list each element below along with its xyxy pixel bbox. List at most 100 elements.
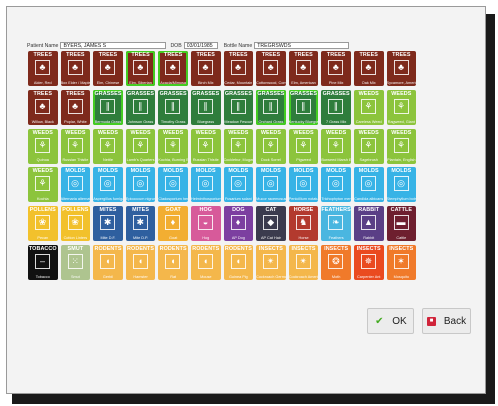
allergen-tile[interactable]: MOLDS ◎ Epicoccum nigrum xyxy=(125,167,156,203)
allergen-tile[interactable]: MOLDS◎ Cladosporium herbarum xyxy=(158,167,188,203)
allergen-tile[interactable]: TREES ♣ Box Elder / Maple mix xyxy=(60,51,91,86)
allergen-tile[interactable]: TREES ♣ Sycamore, American xyxy=(386,51,417,86)
allergen-tile[interactable]: POLLENS ❀ Cotton Linters xyxy=(60,206,91,242)
tile-allergen-name: Cottonwood, Common xyxy=(256,80,286,85)
allergen-tile[interactable]: GRASSES ∥ Johnson Grass xyxy=(125,89,156,125)
tile-allergen-name: Mucor racemosus xyxy=(256,197,286,202)
allergen-tile[interactable]: RODENTS ◖ Mouse xyxy=(190,244,221,280)
allergen-tile[interactable]: RABBIT ▲ Rabbit xyxy=(353,206,384,242)
allergen-tile[interactable]: WEEDS ⚘ Dock Sorrel xyxy=(256,128,286,164)
allergen-tile[interactable]: WEEDS ⚘ Plantain, English xyxy=(386,128,417,164)
allergen-tile[interactable]: INSECTS ❂ Moth xyxy=(321,244,351,280)
allergen-tile[interactable]: TREES ♣ Elm, Siberian xyxy=(125,51,156,86)
allergen-tile[interactable]: GRASSES ∥ Orchard Grass xyxy=(256,89,286,125)
allergen-tile[interactable]: CATTLE ▬ Cattle xyxy=(386,206,417,242)
tile-category: MOLDS xyxy=(293,168,314,175)
tile-allergen-name: Guinea Pig xyxy=(228,274,248,279)
allergen-tile[interactable]: RODENTS ◖ Hamster xyxy=(125,244,156,280)
allergen-tile[interactable]: WEEDS ⚘ Kochia xyxy=(28,167,58,203)
allergen-tile[interactable]: WEEDS ⚘ Russian Thistle xyxy=(190,128,221,164)
allergen-tile[interactable]: INSECTS ✵ Carpenter Ant xyxy=(353,244,384,280)
allergen-tile[interactable]: TREES ♣ Cedar, Mountain xyxy=(223,51,254,86)
allergen-tile[interactable]: GRASSES ∥ Bluegrass xyxy=(190,89,221,125)
allergen-tile[interactable]: INSECTS✴ Cockroach German xyxy=(256,244,286,280)
tile-allergen-name: Trichophyton mentag. xyxy=(321,197,351,202)
allergen-tile[interactable]: WEEDS ⚘ Careless Weed xyxy=(353,89,384,125)
allergen-tile[interactable]: MOLDS ◎ Mucor racemosus xyxy=(256,167,286,203)
allergen-tile[interactable]: TREES ♣ Elm, Chinese xyxy=(93,51,123,86)
tile-category: RABBIT xyxy=(358,207,380,214)
dob-field[interactable]: 03/01/1985 xyxy=(183,42,218,49)
tile-category: INSECTS xyxy=(389,245,414,252)
allergen-tile[interactable]: MOLDS ◎ Fusarium solani xyxy=(223,167,254,203)
allergen-tile[interactable]: TREES ♣ Willow, Black xyxy=(28,89,58,125)
allergen-tile[interactable]: MOLDS◎ Trichophyton mentag. xyxy=(321,167,351,203)
allergen-tile[interactable]: GRASSES ∥ Timothy Grass xyxy=(158,89,188,125)
allergen-tile[interactable]: WEEDS ⚘ Sagebrush xyxy=(353,128,384,164)
allergen-tile[interactable]: INSECTS ✶ Mosquito xyxy=(386,244,417,280)
allergen-tile[interactable]: TREES ♣ Cottonwood, Common xyxy=(256,51,286,86)
tile-category: TREES xyxy=(33,90,53,97)
tile-allergen-name: Moth xyxy=(331,274,341,279)
ok-button[interactable]: ✔ OK xyxy=(367,308,414,334)
allergen-tile[interactable]: GRASSES ∥ Bermuda Grass xyxy=(93,89,123,125)
allergen-tile[interactable]: TREES ♣ Pine Mix xyxy=(321,51,351,86)
allergen-tile[interactable]: GRASSES ∥ 7 Grass Mix xyxy=(321,89,351,125)
allergen-tile[interactable]: GOAT ♦ Goat xyxy=(158,206,188,242)
tile-allergen-name: Quinoa xyxy=(36,158,49,163)
allergen-tile[interactable]: WEEDS⚘ Cocklebur, Mugwort xyxy=(223,128,254,164)
allergen-tile[interactable]: MITES ✱ Mite D.F. xyxy=(93,206,123,242)
allergen-tile[interactable]: TREES ♣ Birch Mix xyxy=(190,51,221,86)
allergen-tile[interactable]: WEEDS ⚘ Ragweed, Giant xyxy=(386,89,417,125)
allergen-tile[interactable]: MITES ✱ Mite D.P. xyxy=(125,206,156,242)
allergen-tile[interactable]: GRASSES∥ Kentucky Bluegrass xyxy=(288,89,319,125)
tile-category: WEEDS xyxy=(391,90,412,97)
allergen-tile[interactable]: TREES ♣ Elm, American xyxy=(288,51,319,86)
patient-name-field[interactable]: BYERS, JAMES S xyxy=(60,42,167,49)
allergen-tile[interactable]: WEEDS ⚘ Russian Thistle xyxy=(60,128,91,164)
allergen-tile[interactable]: WEEDS⚘ Kochia, Burning Bush xyxy=(158,128,188,164)
allergen-tile[interactable]: MOLDS ◎ Alternaria alternata xyxy=(60,167,91,203)
grass-icon: ∥ xyxy=(165,98,181,114)
allergen-tile[interactable]: WEEDS ⚘ Pigweed xyxy=(288,128,319,164)
back-button[interactable]: ■ Back xyxy=(422,308,471,334)
allergen-tile[interactable]: RODENTS ◖ Guinea Pig xyxy=(223,244,254,280)
allergen-tile[interactable]: TREES ♣ Acacia/Mimosa xyxy=(158,51,188,86)
allergen-tile[interactable]: TREES ♣ Oak Mix xyxy=(353,51,384,86)
tree-icon: ♣ xyxy=(35,98,50,114)
allergen-tile[interactable]: WEEDS ⚘ Lamb's Quarters xyxy=(125,128,156,164)
allergen-tile[interactable]: WEEDS⚘ Burweed Marsh Elder xyxy=(321,128,351,164)
allergen-tile[interactable]: FEATHERS ❧ Feathers xyxy=(321,206,351,242)
allergen-tile[interactable]: WEEDS ⚘ Quinoa xyxy=(28,128,58,164)
allergen-tile[interactable]: POLLENS ❀ Pecan xyxy=(28,206,58,242)
tile-allergen-name: Orchard Grass xyxy=(258,119,284,124)
tile-allergen-name: Birch Mix xyxy=(197,80,214,85)
allergen-tile[interactable]: GRASSES ∥ Meadow Fescue xyxy=(223,89,254,125)
tile-category: TREES xyxy=(66,90,85,97)
allergen-tile[interactable]: MOLDS◎ Aspergillus fumigatus xyxy=(93,167,123,203)
allergen-tile[interactable]: MOLDS◎ Stemphylium botryosum xyxy=(386,167,417,203)
allergen-tile[interactable]: HOG ◒ Hog xyxy=(190,206,221,242)
tile-allergen-name: Meadow Fescue xyxy=(224,119,253,124)
tile-category: RODENTS xyxy=(159,245,187,252)
allergen-tile[interactable]: MOLDS ◎ Candida albicans xyxy=(353,167,384,203)
allergen-tile[interactable]: TREES ♣ Alder, Red xyxy=(28,51,58,86)
allergen-tile[interactable]: TREES ♣ Poplar, White xyxy=(60,89,91,125)
allergen-tile[interactable]: MOLDS◎ Penicillium notatum xyxy=(288,167,319,203)
allergen-tile[interactable]: TOBACCO ‒ Tobacco xyxy=(28,244,58,280)
allergen-tile[interactable]: CAT ◆ AP Cat Hair xyxy=(256,206,286,242)
mold-icon: ◎ xyxy=(393,176,409,192)
allergen-tile[interactable]: RODENTS ◖ Rat xyxy=(158,244,188,280)
tree-icon: ♣ xyxy=(165,60,181,75)
allergen-tile[interactable]: DOG ♦ AP Dog xyxy=(223,206,254,242)
bottle-name-field[interactable]: TREGRSWDS xyxy=(254,42,350,49)
allergen-tile[interactable]: RODENTS ◖ Gerbil xyxy=(93,244,123,280)
allergen-tile[interactable]: MOLDS◎ Helminthosporium sativum xyxy=(190,167,221,203)
tile-allergen-name: Box Elder / Maple mix xyxy=(60,80,91,85)
allergen-tile[interactable]: WEEDS ⚘ Nettle xyxy=(93,128,123,164)
allergen-tile[interactable]: INSECTS✴ Cockroach American xyxy=(288,244,319,280)
allergen-tile[interactable]: HORSE ♞ Horse xyxy=(288,206,319,242)
ok-button-label: OK xyxy=(392,315,407,327)
allergen-tile[interactable]: SMUT ⁙ Smut xyxy=(60,244,91,280)
allergen-grid: TREES ♣ Alder, Red TREES ♣ Box Elder / Maple … xyxy=(28,51,417,280)
